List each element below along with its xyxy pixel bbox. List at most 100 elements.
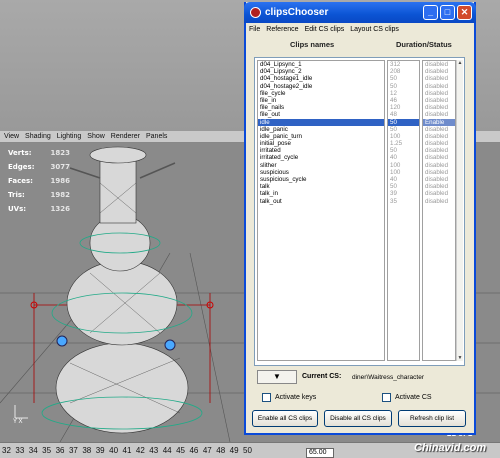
viewport-menu-shading[interactable]: Shading	[25, 133, 51, 140]
clip-duration-item[interactable]: 40	[388, 154, 419, 161]
clip-duration-item[interactable]: 312	[388, 61, 419, 68]
clip-names-column[interactable]: d04_Lipsync_1 d04_Lipsync_2 d04_hostage1_i…	[257, 60, 385, 361]
activate-keys-checkbox[interactable]	[262, 393, 271, 402]
clip-duration-item[interactable]: 50	[388, 83, 419, 90]
timeline-frame-label: 47	[202, 446, 212, 455]
clip-name-item[interactable]: file_nails	[258, 104, 384, 111]
clip-status-item[interactable]: disabled	[423, 169, 455, 176]
clip-name-item[interactable]: idle	[258, 118, 384, 126]
clip-name-item[interactable]: talk_out	[258, 198, 384, 205]
clip-duration-item[interactable]: 120	[388, 104, 419, 111]
enable-all-cs-clips-button[interactable]: Enable all CS clips	[252, 410, 318, 427]
disable-all-cs-clips-button[interactable]: Disable all CS clips	[324, 410, 392, 427]
timeline-frame-label: 34	[28, 446, 38, 455]
clip-duration-column[interactable]: 312 208 50 50 12 46 120 48 50 50 100 1.25 50 40 100 100…	[387, 60, 420, 361]
menu-edit-cs-clips[interactable]: Edit CS clips	[305, 26, 345, 33]
clip-status-item[interactable]: disabled	[423, 198, 455, 205]
window-menubar: File Reference Edit CS clips Layout CS c…	[246, 23, 474, 36]
clip-status-item[interactable]: Enable	[423, 118, 455, 126]
close-button[interactable]: ✕	[457, 5, 472, 20]
clip-status-item[interactable]: disabled	[423, 126, 455, 133]
clip-name-item[interactable]: idle_panic_turn	[258, 133, 384, 140]
minimize-button[interactable]: _	[423, 5, 438, 20]
range-end-field[interactable]: 65.00	[306, 448, 334, 458]
viewport-menu-renderer[interactable]: Renderer	[111, 133, 140, 140]
clip-status-item[interactable]: disabled	[423, 83, 455, 90]
clip-status-item[interactable]: disabled	[423, 75, 455, 82]
clip-name-item[interactable]: idle_panic	[258, 126, 384, 133]
clip-duration-item[interactable]: 50	[388, 183, 419, 190]
scroll-up-icon[interactable]: ▲	[457, 60, 463, 66]
clip-name-item[interactable]: irritated	[258, 147, 384, 154]
clip-status-item[interactable]: disabled	[423, 190, 455, 197]
clip-status-item[interactable]: disabled	[423, 61, 455, 68]
clip-name-item[interactable]: file_cycle	[258, 90, 384, 97]
clip-name-item[interactable]: file_in	[258, 97, 384, 104]
hud-row-faces: Faces: 1986	[8, 177, 70, 185]
menu-reference[interactable]: Reference	[266, 26, 298, 33]
scroll-down-icon[interactable]: ▼	[457, 355, 463, 361]
clip-name-item[interactable]: slither	[258, 162, 384, 169]
clip-duration-item[interactable]: 48	[388, 111, 419, 118]
clip-status-item[interactable]: disabled	[423, 104, 455, 111]
poly-count-hud: Verts: 1823 Edges: 3077 Faces: 1986 Tris: 19…	[8, 146, 70, 216]
viewport-menu-view[interactable]: View	[4, 133, 19, 140]
clip-name-item[interactable]: d04_hostage2_idle	[258, 83, 384, 90]
clip-duration-item[interactable]: 100	[388, 162, 419, 169]
viewport-menu-lighting[interactable]: Lighting	[57, 133, 82, 140]
clip-name-item[interactable]: d04_Lipsync_1	[258, 61, 384, 68]
activate-cs-row[interactable]: Activate CS	[382, 393, 432, 402]
clip-status-item[interactable]: disabled	[423, 183, 455, 190]
clip-duration-item[interactable]: 50	[388, 126, 419, 133]
clip-duration-item[interactable]: 50	[388, 75, 419, 82]
clip-name-item[interactable]: suspicious	[258, 169, 384, 176]
clip-status-item[interactable]: disabled	[423, 162, 455, 169]
clip-name-item[interactable]: d04_hostage1_idle	[258, 75, 384, 82]
clip-duration-item[interactable]: 40	[388, 176, 419, 183]
clip-duration-item[interactable]: 12	[388, 90, 419, 97]
clip-name-item[interactable]: suspicious_cycle	[258, 176, 384, 183]
clip-duration-item[interactable]: 50	[388, 118, 419, 126]
viewport-menu-show[interactable]: Show	[87, 133, 105, 140]
clip-status-item[interactable]: disabled	[423, 97, 455, 104]
clip-status-column[interactable]: disabled disabled disabled disabled disabled…	[422, 60, 456, 361]
clip-status-item[interactable]: disabled	[423, 111, 455, 118]
timeline-frame-label: 37	[68, 446, 78, 455]
clip-name-item[interactable]: talk_in	[258, 190, 384, 197]
clip-duration-item[interactable]: 39	[388, 190, 419, 197]
activate-keys-row[interactable]: Activate keys	[262, 393, 316, 402]
clip-duration-item[interactable]: 1.25	[388, 140, 419, 147]
menu-file[interactable]: File	[249, 26, 260, 33]
clip-duration-item[interactable]: 46	[388, 97, 419, 104]
clip-status-item[interactable]: disabled	[423, 68, 455, 75]
current-cs-label: Current CS:	[302, 373, 342, 380]
clip-duration-item[interactable]: 35	[388, 198, 419, 205]
window-titlebar[interactable]: clipsChooser _ □ ✕	[244, 2, 476, 23]
clip-status-item[interactable]: disabled	[423, 176, 455, 183]
viewport-menu-panels[interactable]: Panels	[146, 133, 167, 140]
menu-layout-cs-clips[interactable]: Layout CS clips	[350, 26, 399, 33]
axis-label: Y X	[13, 419, 23, 425]
clip-name-item[interactable]: d04_Lipsync_2	[258, 68, 384, 75]
clip-duration-item[interactable]: 208	[388, 68, 419, 75]
clip-status-item[interactable]: disabled	[423, 140, 455, 147]
timeline-frame-label: 42	[135, 446, 145, 455]
clip-duration-item[interactable]: 100	[388, 169, 419, 176]
clip-name-item[interactable]: irritated_cycle	[258, 154, 384, 161]
refresh-clip-list-button[interactable]: Refresh clip list	[398, 410, 466, 427]
maximize-button[interactable]: □	[440, 5, 455, 20]
clip-duration-item[interactable]: 50	[388, 147, 419, 154]
clip-name-item[interactable]: talk	[258, 183, 384, 190]
clip-duration-item[interactable]: 100	[388, 133, 419, 140]
character-wireframe[interactable]	[55, 146, 189, 434]
clip-name-item[interactable]: initial_pose	[258, 140, 384, 147]
clip-status-item[interactable]: disabled	[423, 147, 455, 154]
clip-status-item[interactable]: disabled	[423, 90, 455, 97]
activate-cs-checkbox[interactable]	[382, 393, 391, 402]
clip-name-item[interactable]: file_out	[258, 111, 384, 118]
clip-status-item[interactable]: disabled	[423, 154, 455, 161]
clipschooser-window: clipsChooser _ □ ✕ File Reference Edit C…	[244, 2, 476, 435]
list-scrollbar[interactable]: ▲ ▼	[456, 60, 463, 361]
cs-dropdown-button[interactable]: ▼	[257, 370, 297, 384]
clip-status-item[interactable]: disabled	[423, 133, 455, 140]
